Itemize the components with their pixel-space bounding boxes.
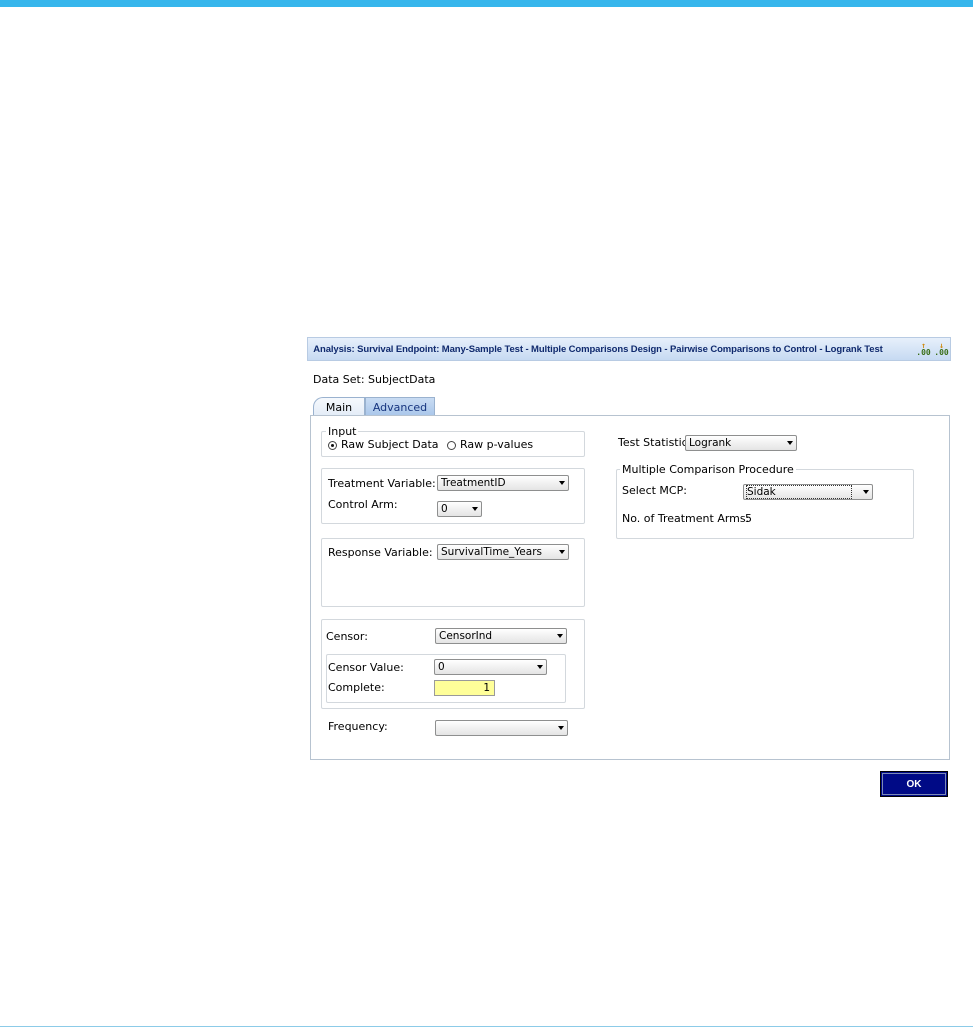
tab-advanced[interactable]: Advanced [365,397,435,416]
raw-subject-data-radio[interactable] [328,441,337,450]
response-variable-select[interactable]: SurvivalTime_Years [437,544,569,560]
chevron-down-icon [863,490,869,494]
chevron-down-icon [557,634,563,638]
mcp-legend: Multiple Comparison Procedure [620,463,796,476]
frequency-select[interactable] [435,720,568,736]
chevron-down-icon [559,550,565,554]
treatment-variable-label: Treatment Variable: [328,477,436,490]
raw-subject-data-label[interactable]: Raw Subject Data [341,438,439,451]
treatment-arms-label: No. of Treatment Arms: [622,512,750,525]
increase-decimals-icon[interactable]: ↑ .00 [916,342,931,357]
raw-p-values-radio[interactable] [447,441,456,450]
dialog-title: Analysis: Survival Endpoint: Many-Sample… [313,344,883,355]
chevron-down-icon [559,481,565,485]
tab-main[interactable]: Main [313,397,365,416]
test-statistic-select[interactable]: Logrank [685,435,797,451]
mcp-group: Multiple Comparison Procedure [616,463,914,539]
frequency-label: Frequency: [328,720,388,733]
complete-label: Complete: [328,681,385,694]
treatment-variable-select[interactable]: TreatmentID [437,475,569,491]
select-mcp-select[interactable]: Sidak [743,484,873,500]
chevron-down-icon [558,726,564,730]
bottom-border-line [0,1026,973,1027]
censor-select[interactable]: CensorInd [435,628,567,644]
response-variable-label: Response Variable: [328,546,433,559]
ok-button[interactable]: OK [880,771,948,797]
dialog-title-bar: Analysis: Survival Endpoint: Many-Sample… [307,337,951,361]
top-accent-bar [0,0,973,7]
main-tab-panel: Input Raw Subject Data Raw p-values Trea… [310,415,950,760]
censor-value-label: Censor Value: [328,661,404,674]
treatment-arms-value: 5 [745,512,752,525]
complete-field[interactable]: 1 [434,680,495,696]
test-statistic-label: Test Statistic: [618,436,692,449]
chevron-down-icon [537,665,543,669]
control-arm-select[interactable]: 0 [437,501,482,517]
censor-value-select[interactable]: 0 [434,659,547,675]
select-mcp-label: Select MCP: [622,484,687,497]
censor-label: Censor: [326,630,368,643]
chevron-down-icon [472,507,478,511]
raw-p-values-label[interactable]: Raw p-values [460,438,533,451]
control-arm-label: Control Arm: [328,498,398,511]
decrease-decimals-icon[interactable]: ↓ .00 [934,342,949,357]
input-legend: Input [326,425,359,438]
chevron-down-icon [787,441,793,445]
dataset-label: Data Set: SubjectData [313,373,436,386]
